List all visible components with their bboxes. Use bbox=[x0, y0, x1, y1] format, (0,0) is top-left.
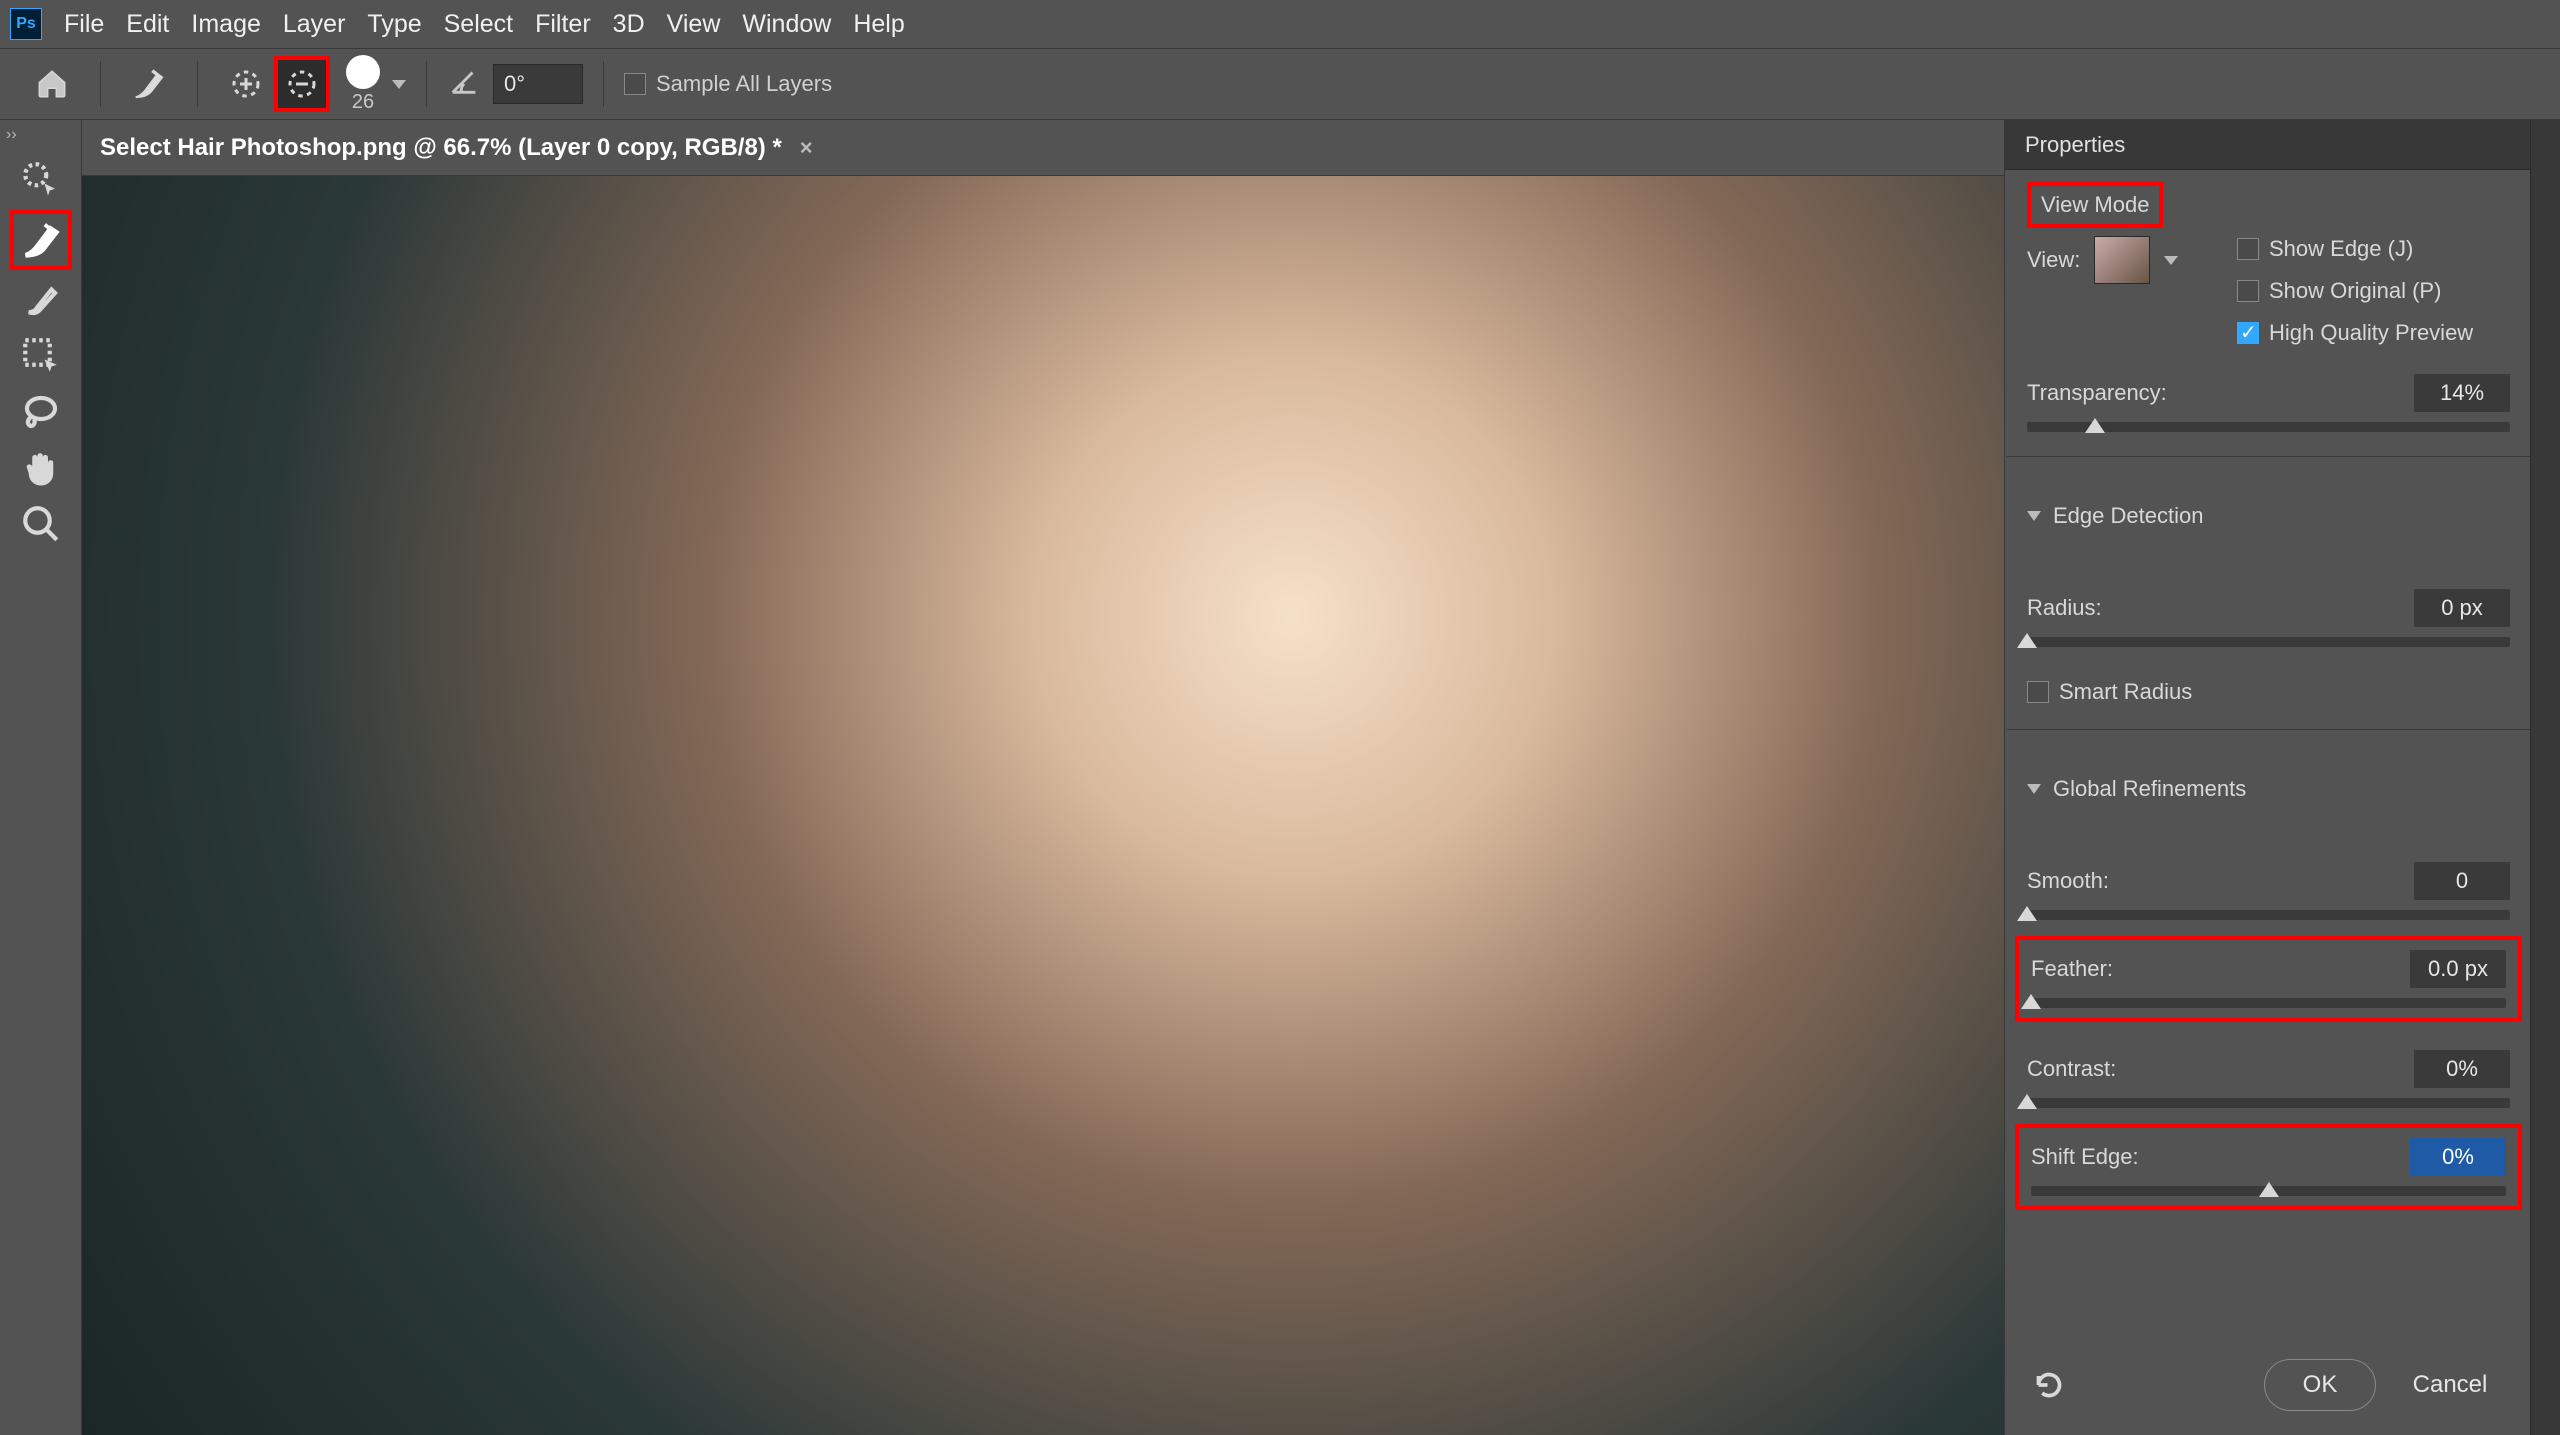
checkbox-icon bbox=[2237, 280, 2259, 302]
brush-preview-icon bbox=[346, 55, 380, 89]
feather-label: Feather: bbox=[2031, 956, 2113, 982]
high-quality-preview-checkbox[interactable]: High Quality Preview bbox=[2237, 320, 2473, 346]
slider-thumb-icon bbox=[2085, 418, 2105, 433]
close-tab-icon[interactable]: × bbox=[800, 135, 813, 161]
document-title: Select Hair Photoshop.png @ 66.7% (Layer… bbox=[100, 134, 782, 162]
view-mode-heading: View Mode bbox=[2027, 182, 2163, 228]
lasso-tool[interactable] bbox=[10, 386, 72, 438]
checkbox-checked-icon bbox=[2237, 322, 2259, 344]
contrast-slider[interactable] bbox=[2027, 1098, 2510, 1108]
sample-all-layers-checkbox[interactable]: Sample All Layers bbox=[624, 71, 832, 97]
chevron-down-icon bbox=[2027, 511, 2041, 521]
smart-radius-label: Smart Radius bbox=[2059, 679, 2192, 705]
menu-window[interactable]: Window bbox=[742, 10, 831, 39]
brush-size-label: 26 bbox=[352, 91, 374, 114]
collapsed-panel-strip[interactable] bbox=[2530, 120, 2560, 1435]
brush-tool[interactable] bbox=[10, 274, 72, 326]
checkbox-icon bbox=[2027, 681, 2049, 703]
show-original-label: Show Original (P) bbox=[2269, 278, 2441, 304]
sample-all-layers-label: Sample All Layers bbox=[656, 71, 832, 97]
shift-edge-annotation: Shift Edge: 0% bbox=[2015, 1124, 2522, 1210]
checkbox-icon bbox=[2237, 238, 2259, 260]
edge-detection-section[interactable]: Edge Detection bbox=[2027, 503, 2510, 529]
smooth-value[interactable]: 0 bbox=[2414, 862, 2510, 900]
quick-select-tool[interactable] bbox=[10, 154, 72, 206]
menu-select[interactable]: Select bbox=[444, 10, 513, 39]
brush-mode-group bbox=[218, 56, 330, 112]
slider-thumb-icon bbox=[2259, 1182, 2279, 1197]
smooth-slider[interactable] bbox=[2027, 910, 2510, 920]
show-original-checkbox[interactable]: Show Original (P) bbox=[2237, 278, 2473, 304]
hand-tool[interactable] bbox=[10, 442, 72, 494]
home-icon[interactable] bbox=[24, 56, 80, 112]
document-tab-bar: Select Hair Photoshop.png @ 66.7% (Layer… bbox=[82, 120, 2004, 176]
contrast-label: Contrast: bbox=[2027, 1056, 2116, 1082]
zoom-tool[interactable] bbox=[10, 498, 72, 550]
feather-value[interactable]: 0.0 px bbox=[2410, 950, 2506, 988]
edge-detection-label: Edge Detection bbox=[2053, 503, 2203, 529]
transparency-label: Transparency: bbox=[2027, 380, 2167, 406]
global-refinements-label: Global Refinements bbox=[2053, 776, 2246, 802]
reset-icon[interactable] bbox=[2029, 1365, 2069, 1405]
transparency-value[interactable]: 14% bbox=[2414, 374, 2510, 412]
slider-thumb-icon bbox=[2017, 906, 2037, 921]
tool-strip: ›› bbox=[0, 120, 82, 1435]
menu-layer[interactable]: Layer bbox=[283, 10, 346, 39]
angle-icon bbox=[447, 64, 481, 104]
contrast-value[interactable]: 0% bbox=[2414, 1050, 2510, 1088]
menu-help[interactable]: Help bbox=[853, 10, 904, 39]
radius-value[interactable]: 0 px bbox=[2414, 589, 2510, 627]
menu-view[interactable]: View bbox=[667, 10, 721, 39]
panel-footer: OK Cancel bbox=[2005, 1335, 2530, 1435]
object-select-tool[interactable] bbox=[10, 330, 72, 382]
brush-preset-picker[interactable]: 26 bbox=[346, 55, 380, 114]
options-bar: 26 Sample All Layers bbox=[0, 48, 2560, 120]
brush-add-icon[interactable] bbox=[218, 56, 274, 112]
brush-subtract-icon[interactable] bbox=[274, 56, 330, 112]
show-edge-checkbox[interactable]: Show Edge (J) bbox=[2237, 236, 2473, 262]
radius-label: Radius: bbox=[2027, 595, 2102, 621]
global-refinements-section[interactable]: Global Refinements bbox=[2027, 776, 2510, 802]
canvas[interactable] bbox=[82, 176, 2004, 1435]
brush-preset-caret-icon[interactable] bbox=[392, 80, 406, 89]
slider-thumb-icon bbox=[2021, 994, 2041, 1009]
refine-edge-brush-tool[interactable] bbox=[10, 210, 72, 270]
slider-thumb-icon bbox=[2017, 633, 2037, 648]
view-label: View: bbox=[2027, 247, 2080, 273]
hq-preview-label: High Quality Preview bbox=[2269, 320, 2473, 346]
menu-edit[interactable]: Edit bbox=[126, 10, 169, 39]
feather-slider[interactable] bbox=[2031, 998, 2506, 1008]
menu-type[interactable]: Type bbox=[367, 10, 421, 39]
menu-3d[interactable]: 3D bbox=[613, 10, 645, 39]
feather-annotation: Feather: 0.0 px bbox=[2015, 936, 2522, 1022]
ok-button[interactable]: OK bbox=[2264, 1359, 2376, 1411]
smart-radius-checkbox[interactable]: Smart Radius bbox=[2027, 679, 2510, 705]
show-edge-label: Show Edge (J) bbox=[2269, 236, 2413, 262]
menu-file[interactable]: File bbox=[64, 10, 104, 39]
view-thumbnail[interactable] bbox=[2094, 236, 2150, 284]
tool-indicator-refine-brush-icon bbox=[121, 56, 177, 112]
chevron-down-icon bbox=[2027, 784, 2041, 794]
slider-thumb-icon bbox=[2017, 1094, 2037, 1109]
shift-edge-slider[interactable] bbox=[2031, 1186, 2506, 1196]
menu-bar: Ps File Edit Image Layer Type Select Fil… bbox=[0, 0, 2560, 48]
shift-edge-value[interactable]: 0% bbox=[2410, 1138, 2506, 1176]
menu-image[interactable]: Image bbox=[191, 10, 260, 39]
smooth-label: Smooth: bbox=[2027, 868, 2109, 894]
properties-panel: Properties View Mode View: Show Edge (J) bbox=[2004, 120, 2530, 1435]
shift-edge-label: Shift Edge: bbox=[2031, 1144, 2139, 1170]
properties-tab[interactable]: Properties bbox=[2005, 120, 2530, 170]
radius-slider[interactable] bbox=[2027, 637, 2510, 647]
view-dropdown-caret-icon[interactable] bbox=[2164, 256, 2178, 265]
brush-angle-input[interactable] bbox=[493, 64, 583, 104]
ps-logo-icon: Ps bbox=[10, 8, 42, 40]
document-tab[interactable]: Select Hair Photoshop.png @ 66.7% (Layer… bbox=[100, 134, 813, 162]
cancel-button[interactable]: Cancel bbox=[2394, 1359, 2506, 1411]
transparency-slider[interactable] bbox=[2027, 422, 2510, 432]
expand-panel-icon[interactable]: ›› bbox=[6, 126, 17, 144]
checkbox-icon bbox=[624, 73, 646, 95]
menu-filter[interactable]: Filter bbox=[535, 10, 591, 39]
